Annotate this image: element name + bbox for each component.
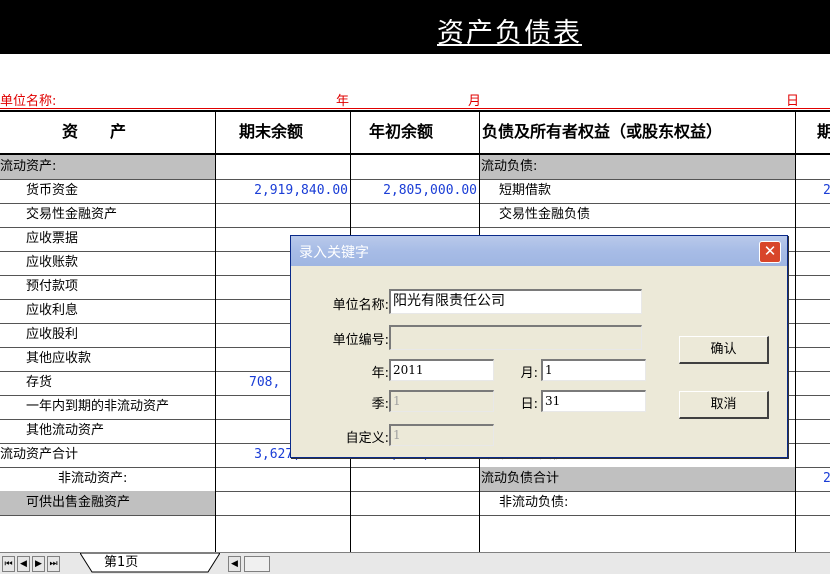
asset-name-cell: 应收利息 [26, 303, 79, 318]
col-header-end-balance: 期末余额 [239, 122, 304, 141]
asset-name-cell: 应收账款 [26, 255, 79, 270]
unit-code-field-label: 单位编号: [332, 333, 389, 348]
asset-name-cell: 一年内到期的非流动资产 [26, 399, 170, 414]
col-header-liabilities: 负债及所有者权益（或股东权益） [482, 122, 723, 141]
asset-name-cell: 其他应收款 [26, 351, 92, 366]
asset-name-cell: 非流动资产: [58, 471, 128, 486]
dialog-title: 录入关键字 [299, 245, 369, 261]
unit-name-input[interactable]: 阳光有限责任公司 [389, 289, 642, 314]
sheet-tab-bar: ⏮ ◀ ▶ ⏭ 第1页 ◀ [0, 552, 830, 574]
month-input[interactable]: 1 [541, 359, 646, 381]
asset-name-cell: 其他流动资产 [26, 423, 105, 438]
liability-name-cell: 非流动负债: [499, 495, 569, 510]
asset-name-cell: 应收股利 [26, 327, 79, 342]
unit-name-field-label: 单位名称: [332, 298, 389, 313]
first-sheet-icon[interactable]: ⏮ [2, 556, 15, 572]
liability-name-cell: 流动负债合计 [481, 471, 560, 486]
quarter-field-label: 季: [371, 397, 389, 412]
sheet-tab-1[interactable]: 第1页 [104, 554, 138, 572]
keyword-entry-dialog: 录入关键字 ✕ 单位名称: 阳光有限责任公司 单位编号: 年: 2011 月: … [290, 235, 788, 458]
asset-name-cell: 存货 [26, 375, 53, 390]
end-balance-cell: 708, [249, 375, 281, 390]
year-input[interactable]: 2011 [389, 359, 494, 381]
hscroll-thumb[interactable] [244, 556, 270, 572]
custom-input[interactable]: 1 [389, 424, 494, 446]
next-sheet-icon[interactable]: ▶ [32, 556, 45, 572]
prev-sheet-icon[interactable]: ◀ [17, 556, 30, 572]
close-icon[interactable]: ✕ [759, 241, 781, 263]
liability-end-balance-cell: 2 [823, 471, 830, 486]
col-header-begin-balance: 年初余额 [369, 122, 434, 141]
last-sheet-icon[interactable]: ⏭ [47, 556, 60, 572]
end-balance-cell: 2,919,840.00 [254, 183, 348, 198]
liability-end-balance-cell: 2 [823, 183, 830, 198]
month-field-label: 月: [520, 366, 538, 381]
dialog-title-bar[interactable]: 录入关键字 ✕ [291, 236, 787, 266]
sheet-tab-shape [80, 553, 220, 573]
liability-name-cell: 短期借款 [499, 183, 552, 198]
hscroll-left-icon[interactable]: ◀ [228, 556, 241, 572]
asset-name-cell: 预付款项 [26, 279, 79, 294]
day-input[interactable]: 31 [541, 390, 646, 412]
liability-name-cell: 交易性金融负债 [499, 207, 591, 222]
unit-code-input[interactable] [389, 325, 642, 350]
asset-name-cell: 应收票据 [26, 231, 79, 246]
day-field-label: 日: [520, 397, 538, 412]
col-header-assets: 资 产 [62, 122, 127, 141]
cancel-button[interactable]: 取消 [679, 391, 769, 419]
asset-name-cell: 可供出售金融资产 [26, 495, 131, 510]
col-header-liab-end: 期 [817, 122, 830, 141]
confirm-button[interactable]: 确认 [679, 336, 769, 364]
asset-name-cell: 流动资产: [0, 159, 57, 174]
begin-balance-cell: 2,805,000.00 [383, 183, 477, 198]
quarter-input[interactable]: 1 [389, 390, 494, 412]
year-field-label: 年: [371, 366, 389, 381]
asset-name-cell: 交易性金融资产 [26, 207, 118, 222]
liability-name-cell: 流动负债: [481, 159, 538, 174]
asset-name-cell: 流动资产合计 [0, 447, 79, 462]
asset-name-cell: 货币资金 [26, 183, 79, 198]
custom-field-label: 自定义: [345, 431, 389, 446]
